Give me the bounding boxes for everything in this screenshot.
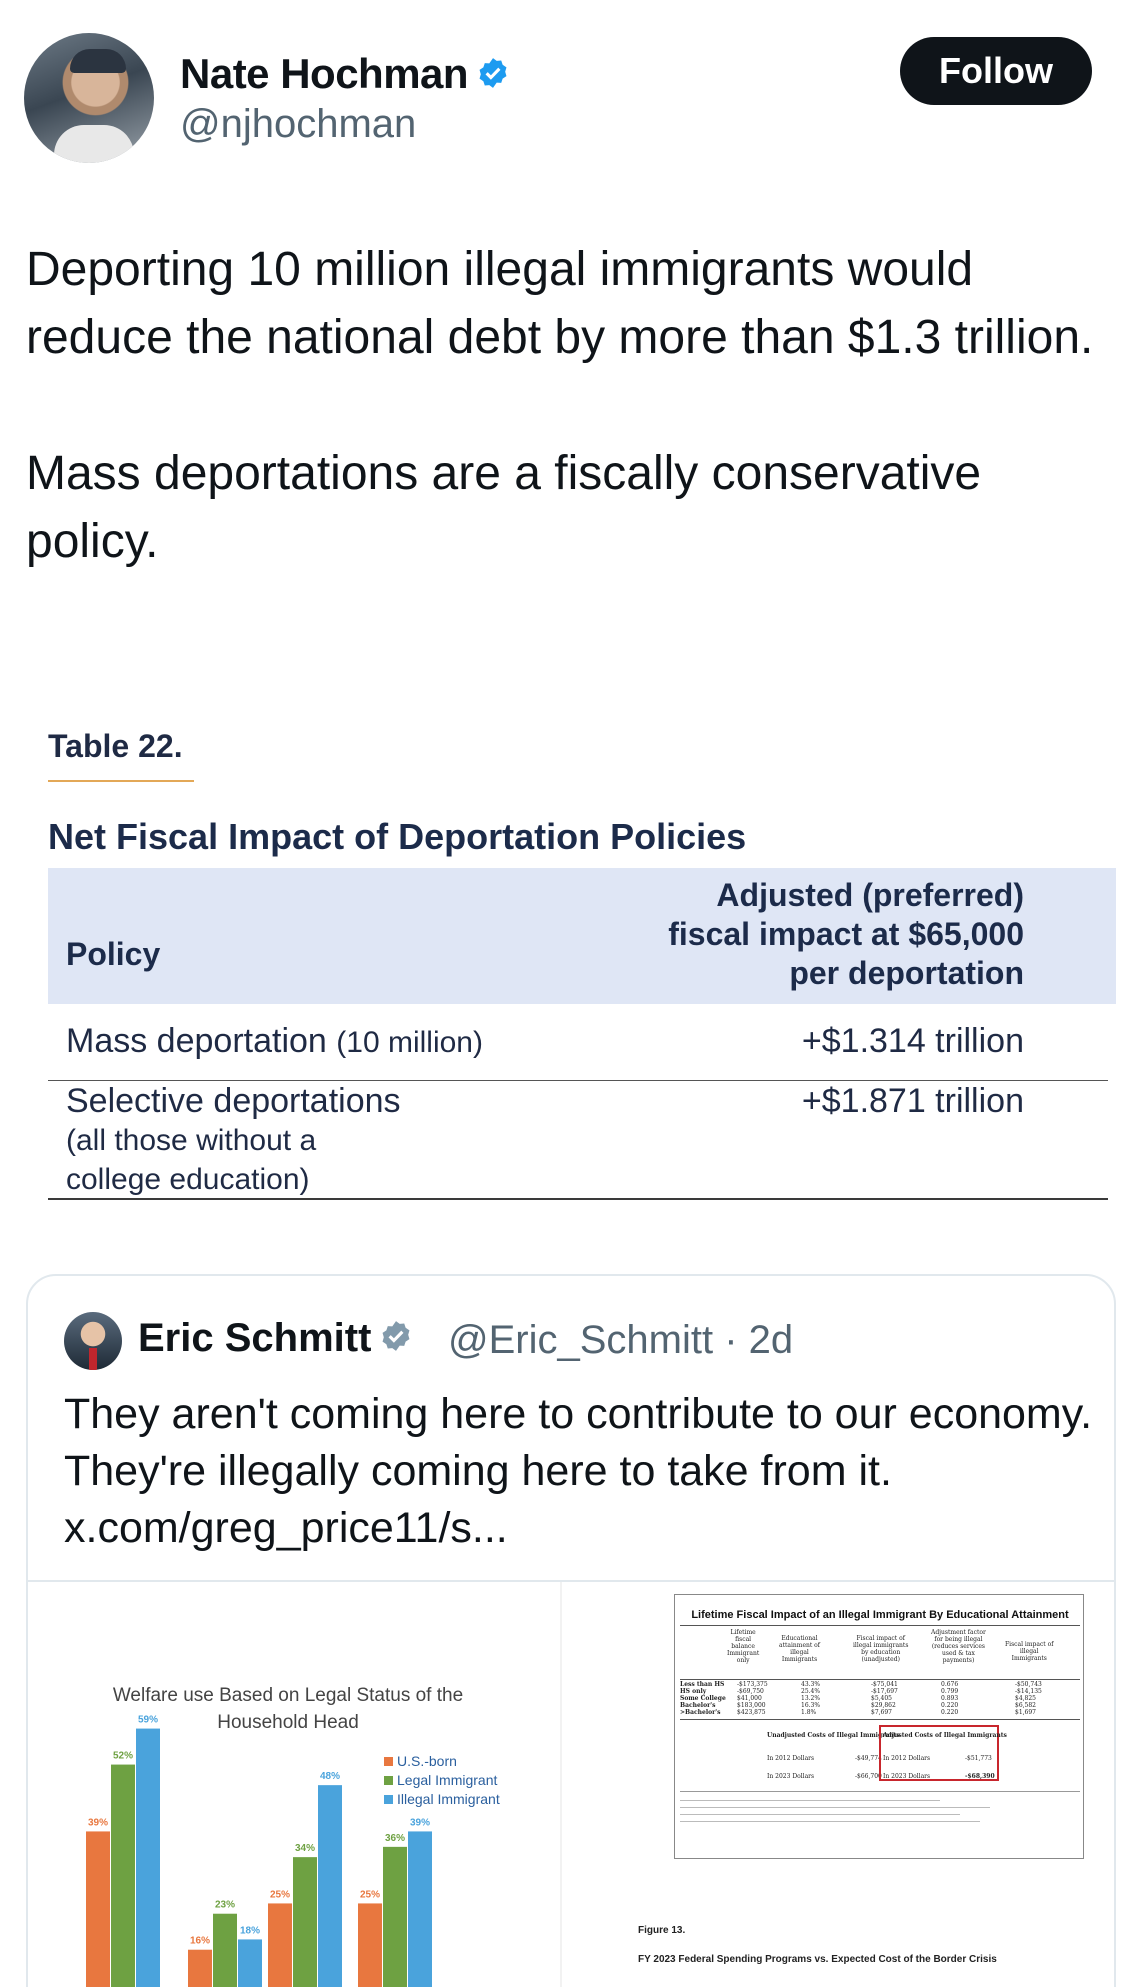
mini-footnote-line [680,1807,990,1808]
row-policy-main: Mass deportation [66,1022,327,1060]
row-policy-main: Selective deportations [66,1082,401,1120]
mini-header: Educational attainment of illegal Immigr… [779,1635,821,1663]
bar-illegal-immigrant-2 [238,1939,262,1987]
bar-value-label: 52% [113,1751,133,1762]
author-name-text[interactable]: Nate Hochman [180,50,469,97]
mini-rule [680,1625,1080,1626]
mini-cell: -$66,700 [855,1773,882,1780]
mini-cell: In 2023 Dollars [767,1773,815,1780]
header-policy: Policy [66,936,161,972]
quote-author-name[interactable]: Eric Schmitt [138,1316,413,1361]
tweet-header: Nate Hochman @njhochman Follow [0,0,1142,170]
table-number-underline [48,780,194,782]
table-bottom-rule [48,1198,1108,1200]
mini-row-labels: Less than HS HS only Some College Bachel… [680,1681,726,1716]
verified-badge-icon [479,58,507,88]
figure-caption: FY 2023 Federal Spending Programs vs. Ex… [638,1954,997,1965]
mini-header: Lifetime fiscal balance Immigrant only [727,1629,760,1664]
mini-footnote-line [680,1821,980,1822]
bar-value-label: 36% [385,1833,405,1844]
mini-header: Fiscal impact of illegal Immigrants [1005,1641,1054,1662]
row-value: +$1.314 trillion [801,1022,1024,1060]
row-divider [48,1080,1108,1081]
bar-legal-immigrant-1 [111,1764,135,1987]
mini-col: 0.676 0.799 0.893 0.220 0.220 [941,1681,959,1716]
mini-cell: -$51,773 [965,1755,992,1762]
tweet-text: Deporting 10 million illegal immigrants … [26,243,1094,568]
mini-table-title: Lifetime Fiscal Impact of an Illegal Imm… [691,1609,1069,1621]
mini-col: -$50,743 -$14,135 $4,825 $6,582 $1,697 [1015,1681,1042,1716]
quote-avatar[interactable] [64,1312,122,1370]
mini-footnote-line [680,1800,940,1801]
quoted-tweet[interactable]: Eric Schmitt @Eric_Schmitt · 2d They are… [26,1274,1116,1987]
follow-button[interactable]: Follow [900,37,1092,105]
table-image[interactable]: Table 22. Net Fiscal Impact of Deportati… [0,700,1142,1220]
row-value: +$1.871 trillion [801,1082,1024,1120]
bar-value-label: 48% [320,1771,340,1782]
mini-cell: In 2012 Dollars [767,1755,815,1762]
bar-value-label: 25% [360,1889,380,1900]
mini-col: 43.3% 25.4% 13.2% 16.3% 1.8% [801,1681,821,1716]
table-figure-image[interactable]: Lifetime Fiscal Impact of an Illegal Imm… [560,1582,1114,1987]
mini-rule [680,1679,1080,1680]
mini-cell: -$68,390 [965,1773,995,1780]
verified-badge-icon [382,1321,410,1352]
mini-cell: -$49,774 [855,1755,882,1762]
tie-shape [89,1348,97,1370]
author-avatar[interactable] [24,33,154,163]
figure-label: Figure 13. [638,1925,686,1936]
row-policy-small: (all those without a college education) [66,1124,317,1196]
chart-image[interactable]: Welfare use Based on Legal Status of the… [28,1582,558,1987]
bar-illegal-immigrant-3 [318,1785,342,1987]
mini-header: Fiscal impact of illegal immigrants by e… [853,1635,909,1663]
mini-col: -$173,375 -$69,750 $41,000 $183,000 $423… [737,1681,768,1716]
row-policy: Mass deportation (10 million) [66,1022,483,1062]
bar-illegal-immigrant-1 [136,1728,160,1987]
mini-rule [680,1791,1080,1792]
quote-author-name-text[interactable]: Eric Schmitt [138,1316,371,1360]
bar-value-label: 25% [270,1889,290,1900]
table-row: Mass deportation (10 million) +$1.314 tr… [48,1022,1116,1072]
bar-legal-immigrant-4 [383,1846,407,1987]
mini-rule [680,1719,1080,1720]
author-handle[interactable]: @njhochman [180,102,416,147]
adjusted-label: Adjusted Costs of Illegal Immigrants [883,1732,1007,1739]
author-name[interactable]: Nate Hochman [180,50,510,98]
header-impact: Adjusted (preferred) fiscal impact at $6… [668,877,1024,991]
bar-u-s-born-3 [268,1903,292,1987]
bar-value-label: 39% [410,1817,430,1828]
mini-table: Lifetime Fiscal Impact of an Illegal Imm… [674,1594,1084,1859]
bar-value-label: 59% [138,1715,158,1726]
bar-value-label: 23% [215,1900,235,1911]
bar-illegal-immigrant-4 [408,1831,432,1987]
bar-legal-immigrant-3 [293,1857,317,1987]
row-policy: Selective deportations (all those withou… [66,1082,401,1199]
bar-u-s-born-4 [358,1903,382,1987]
cap-shape [70,49,126,73]
mini-col: -$75,041 -$17,697 $5,405 $29,862 $7,697 [871,1681,898,1716]
quote-text: They aren't coming here to contribute to… [64,1390,1093,1552]
quote-media[interactable]: Welfare use Based on Legal Status of the… [28,1580,1114,1987]
mini-header: Adjustment factor for being illegal (red… [931,1629,986,1664]
mini-cell: In 2023 Dollars [883,1773,931,1780]
mini-cell: In 2012 Dollars [883,1755,931,1762]
quote-handle[interactable]: @Eric_Schmitt · 2d [448,1318,793,1363]
bar-value-label: 18% [240,1925,260,1936]
table-number: Table 22. [48,728,183,764]
welfare-bar-chart: 39% 52% 59% 16% 23% 18% 25% 34% 48% 25% 36% 39% [86,1715,432,1987]
bar-value-label: 16% [190,1936,210,1947]
table-header: Policy Adjusted (preferred) fiscal impac… [48,868,1116,1004]
table-title: Net Fiscal Impact of Deportation Policie… [48,816,747,857]
bar-value-label: 34% [295,1843,315,1854]
shirt-shape [54,125,134,163]
row-policy-small: (10 million) [336,1026,483,1059]
table-row: Selective deportations (all those withou… [48,1082,1116,1202]
bar-u-s-born-1 [86,1831,110,1987]
mini-footnote-line [680,1814,960,1815]
bar-value-label: 39% [88,1817,108,1828]
bar-legal-immigrant-2 [213,1913,237,1987]
bar-u-s-born-2 [188,1949,212,1987]
